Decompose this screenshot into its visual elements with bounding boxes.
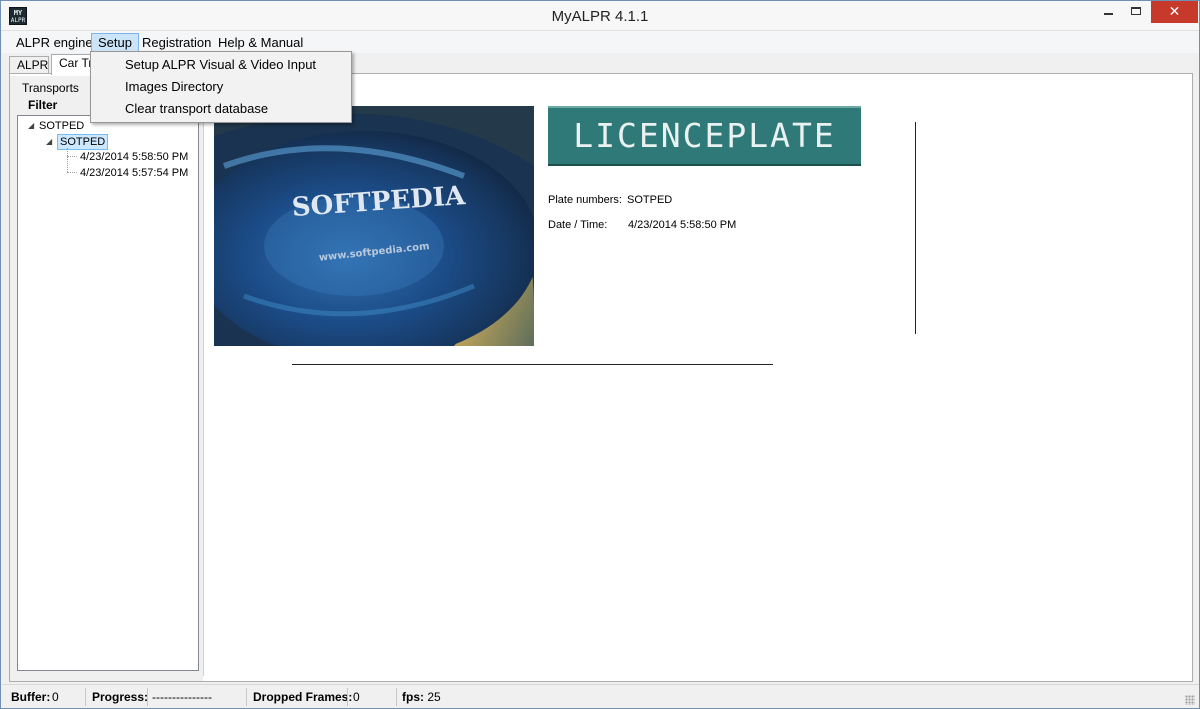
close-icon: ✕ (1168, 4, 1181, 20)
tree-entry-row[interactable]: 4/23/2014 5:58:50 PM (80, 149, 188, 165)
setup-dropdown-menu: Setup ALPR Visual & Video Input Images D… (90, 51, 352, 123)
tree-root-label[interactable]: SOTPED (39, 118, 84, 134)
status-progress-value: --------------- (152, 690, 212, 704)
menu-item-setup-alpr-visual-video-input[interactable]: Setup ALPR Visual & Video Input (92, 54, 350, 75)
status-fps-label: fps: (402, 690, 424, 704)
menu-item-clear-transport-database[interactable]: Clear transport database (92, 98, 350, 119)
tree-connector (67, 172, 77, 173)
tree-entry-row[interactable]: 4/23/2014 5:57:54 PM (80, 165, 188, 181)
tree-expand-icon[interactable]: ◢ (46, 134, 52, 150)
menu-help-manual[interactable]: Help & Manual (212, 33, 309, 52)
horizontal-divider (292, 364, 773, 365)
minimize-icon (1104, 13, 1113, 15)
tree-connector (67, 148, 68, 172)
maximize-button[interactable] (1123, 1, 1151, 23)
transports-label: Transports (22, 81, 79, 95)
status-buffer-label: Buffer: (11, 690, 51, 704)
status-bar: Buffer: 0 Progress: --------------- Drop… (2, 684, 1199, 708)
status-separator (85, 688, 86, 706)
datetime-label: Date / Time: (548, 219, 608, 231)
minimize-button[interactable] (1095, 1, 1123, 23)
status-separator (246, 688, 247, 706)
status-dropped-value: 0 (353, 690, 360, 704)
resize-grip-icon[interactable] (1185, 695, 1195, 705)
title-bar[interactable]: MY ALPR MyALPR 4.1.1 ✕ (1, 1, 1199, 31)
tab-alpr[interactable]: ALPR (9, 56, 49, 74)
status-buffer: Buffer: (11, 688, 50, 706)
tree-child-label[interactable]: SOTPED (57, 134, 109, 150)
maximize-icon (1131, 7, 1141, 15)
vehicle-image: SOFTPEDIA www.softpedia.com (214, 106, 534, 346)
app-window: MY ALPR MyALPR 4.1.1 ✕ ALPR engine Setup… (0, 0, 1200, 709)
menu-alpr-engine[interactable]: ALPR engine (10, 33, 99, 52)
transports-tree[interactable]: ◢ SOTPED ◢ SOTPED 4/23/2014 5:58:50 PM 4… (17, 115, 199, 671)
transports-panel: Transports Filter ◢ SOTPED ◢ SOTPED 4/23… (10, 76, 203, 681)
vertical-divider (915, 122, 916, 334)
status-buffer-value: 0 (52, 690, 59, 704)
licence-plate-image: LICENCEPLATE (548, 106, 861, 166)
menu-item-images-directory[interactable]: Images Directory (92, 76, 350, 97)
menu-setup[interactable]: Setup (91, 33, 139, 52)
status-separator (396, 688, 397, 706)
detail-area: SOFTPEDIA www.softpedia.com LICENCEPLATE… (203, 76, 1187, 676)
datetime-value: 4/23/2014 5:58:50 PM (628, 219, 737, 231)
status-fps-value: 25 (427, 690, 441, 704)
menu-bar: ALPR engine Setup Registration Help & Ma… (2, 31, 1199, 53)
tree-child-row[interactable]: ◢ SOTPED (22, 134, 142, 150)
tree-connector (67, 156, 77, 157)
status-fps: fps: 25 (402, 688, 441, 706)
plate-image-text: LICENCEPLATE (573, 116, 836, 155)
status-progress-label: Progress: (92, 690, 149, 704)
plate-numbers-label: Plate numbers: (548, 194, 622, 206)
vehicle-image-graphic: SOFTPEDIA www.softpedia.com (214, 106, 534, 346)
status-dropped-label: Dropped Frames: (253, 690, 353, 704)
close-button[interactable]: ✕ (1151, 1, 1198, 23)
status-separator (347, 688, 348, 706)
menu-registration[interactable]: Registration (136, 33, 217, 52)
window-title: MyALPR 4.1.1 (551, 8, 649, 25)
status-separator (147, 688, 148, 706)
tree-expand-icon[interactable]: ◢ (28, 118, 34, 134)
plate-numbers-value: SOTPED (627, 194, 673, 206)
status-progress: Progress: (92, 688, 148, 706)
status-dropped: Dropped Frames: (253, 688, 352, 706)
